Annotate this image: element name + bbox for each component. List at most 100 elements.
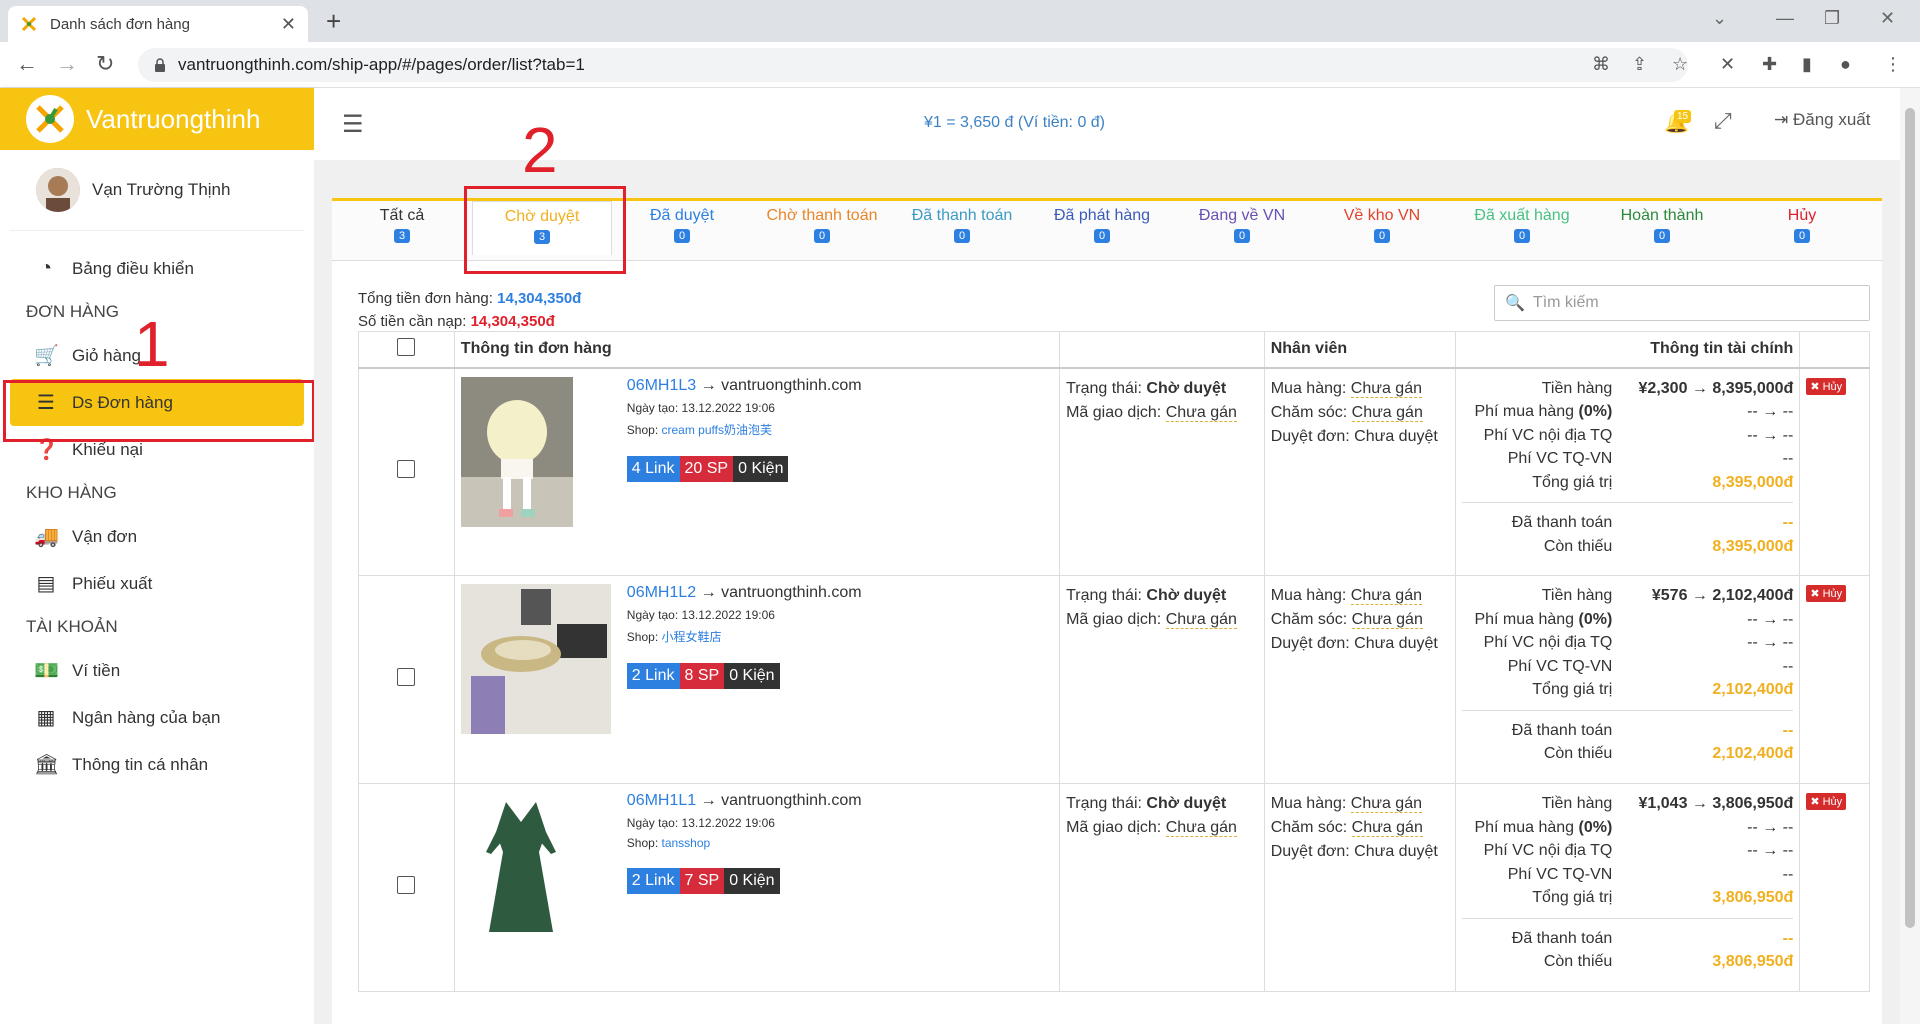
fee-value: -- → --: [1747, 610, 1794, 628]
row-checkbox[interactable]: [397, 876, 416, 894]
brand[interactable]: Vantruongthinh: [0, 88, 314, 150]
tab-cancelled[interactable]: Hủy 0: [1732, 207, 1872, 244]
close-tab-icon[interactable]: ✕: [281, 14, 296, 35]
tab-dispatched[interactable]: Đã xuất hàng 0: [1452, 207, 1592, 244]
approve-value: Chưa duyệt: [1354, 427, 1438, 445]
buyer-value[interactable]: Chưa gán: [1350, 795, 1422, 813]
browser-tab[interactable]: Danh sách đơn hàng ✕: [8, 6, 308, 42]
back-icon[interactable]: ←: [16, 52, 38, 76]
shop-link[interactable]: cream puffs奶油泡芙: [662, 423, 772, 437]
txn-value[interactable]: Chưa gán: [1165, 611, 1237, 629]
product-thumbnail[interactable]: [460, 376, 611, 527]
care-value[interactable]: Chưa gán: [1351, 819, 1423, 837]
row-checkbox[interactable]: [397, 460, 416, 479]
tab-all[interactable]: Tất cả 3: [332, 207, 472, 244]
step-number-2: 2: [522, 114, 558, 186]
restore-icon[interactable]: ❐: [1824, 8, 1840, 29]
tab-approved[interactable]: Đã duyệt 0: [612, 207, 752, 244]
nav-export-slip[interactable]: ▤ Phiếu xuất: [0, 560, 314, 607]
nav-label: Phiếu xuất: [72, 573, 153, 593]
buyer-value[interactable]: Chưa gán: [1350, 587, 1422, 605]
hamburger-icon[interactable]: ☰: [342, 110, 364, 139]
scrollbar-thumb[interactable]: [1905, 108, 1915, 928]
shop-link[interactable]: tansshop: [662, 836, 711, 850]
minimize-icon[interactable]: —: [1776, 8, 1794, 29]
tab-count: 0: [673, 229, 691, 243]
finance-info: Tiền hàng ¥1,043 → 3,806,950đ Phí mua hàn…: [1462, 792, 1794, 974]
nav-bank[interactable]: ▦ Ngân hàng của bạn: [0, 694, 314, 741]
shop-link[interactable]: 小程女鞋店: [662, 630, 722, 644]
txn-value[interactable]: Chưa gán: [1165, 819, 1237, 837]
cancel-order-button[interactable]: ✖ Hủy: [1806, 793, 1847, 810]
extension-logo-icon[interactable]: ✕: [1720, 54, 1735, 75]
reload-icon[interactable]: ↻: [96, 52, 114, 76]
page-scrollbar[interactable]: [1900, 88, 1920, 1024]
domestic-label: Phí VC nội địa TQ: [1483, 426, 1613, 444]
product-thumbnail[interactable]: [460, 584, 611, 734]
sp-count-badge: 7 SP: [679, 868, 725, 894]
share-icon[interactable]: ⇪: [1632, 54, 1647, 75]
tab-shipped[interactable]: Đã phát hàng 0: [1032, 207, 1172, 244]
goods-label: Tiền hàng: [1541, 587, 1613, 604]
cancel-order-button[interactable]: ✖ Hủy: [1806, 585, 1847, 602]
approve-value: Chưa duyệt: [1354, 843, 1438, 860]
close-box-icon: ✖: [1810, 380, 1823, 393]
search-icon: 🔍: [1505, 295, 1525, 312]
link-count-badge: 2 Link: [626, 868, 680, 894]
new-tab-icon[interactable]: +: [326, 6, 341, 36]
fullscreen-icon[interactable]: ⤢: [1714, 108, 1732, 134]
finance-info: Tiền hàng ¥2,300 → 8,395,000đ Phí mua hàn…: [1462, 377, 1794, 559]
order-code-link[interactable]: 06MH1L3: [627, 377, 696, 394]
txn-label: Mã giao dịch:: [1066, 611, 1162, 628]
nav-profile[interactable]: 🏛 Thông tin cá nhân: [0, 741, 314, 788]
row-checkbox[interactable]: [397, 668, 416, 686]
search-input[interactable]: 🔍 Tìm kiếm: [1494, 285, 1870, 321]
finance-info: Tiền hàng ¥576 → 2,102,400đ Phí mua hàng …: [1462, 584, 1794, 766]
order-code-link[interactable]: 06MH1L1: [627, 792, 696, 809]
status-label: Trạng thái:: [1066, 587, 1142, 604]
forward-icon[interactable]: →: [56, 52, 78, 76]
order-code-link[interactable]: 06MH1L2: [627, 584, 696, 601]
tab-count: 0: [1793, 229, 1811, 243]
nav-wallet[interactable]: 💵 Ví tiền: [0, 647, 314, 694]
tab-awaiting-payment[interactable]: Chờ thanh toán 0: [752, 207, 892, 244]
buyer-value[interactable]: Chưa gán: [1350, 379, 1422, 398]
menu-dots-icon[interactable]: ⋮: [1884, 54, 1902, 75]
select-all-checkbox[interactable]: [397, 337, 416, 356]
col-actions: [1799, 331, 1870, 369]
txn-value[interactable]: Chưa gán: [1165, 403, 1237, 422]
care-value[interactable]: Chưa gán: [1351, 611, 1423, 629]
section-warehouse: KHO HÀNG: [26, 483, 117, 502]
nav-waybill[interactable]: 🚚 Vận đơn: [0, 513, 314, 560]
star-icon[interactable]: ☆: [1672, 54, 1688, 75]
sp-count-badge: 8 SP: [679, 663, 725, 689]
paid-label: Đã thanh toán: [1511, 721, 1613, 739]
tab-vn-warehouse[interactable]: Về kho VN 0: [1312, 207, 1452, 244]
omnibox[interactable]: vantruongthinh.com/ship-app/#/pages/orde…: [138, 48, 1688, 82]
paid-value: --: [1782, 929, 1794, 947]
care-value[interactable]: Chưa gán: [1351, 403, 1423, 422]
user-profile[interactable]: Vạn Trường Thịnh: [10, 150, 304, 231]
approve-label: Duyệt đơn:: [1270, 427, 1350, 445]
package-count-badge: 0 Kiện: [724, 868, 780, 894]
tab-label: Tất cả: [379, 207, 425, 224]
goods-label: Tiền hàng: [1541, 795, 1613, 812]
window-close-icon[interactable]: ✕: [1880, 8, 1895, 29]
calendar-icon: ▦: [36, 707, 56, 729]
product-thumbnail[interactable]: [460, 792, 611, 942]
table-row: 06MH1L2 → vantruongthinh.com Ngày tạo: 1…: [358, 575, 1870, 784]
tab-completed[interactable]: Hoàn thành 0: [1592, 207, 1732, 244]
logout-button[interactable]: ⇥ Đăng xuất: [1774, 110, 1870, 130]
chevron-down-icon[interactable]: ⌄: [1712, 8, 1727, 29]
tab-paid[interactable]: Đã thanh toán 0: [892, 207, 1032, 244]
puzzle-icon[interactable]: ✚: [1762, 54, 1777, 75]
logout-icon: ⇥: [1774, 110, 1793, 129]
cancel-order-button[interactable]: ✖ Hủy: [1806, 377, 1847, 395]
nav-dashboard[interactable]: ◔ Bảng điều khiển: [0, 245, 314, 292]
section-account: TÀI KHOẢN: [26, 617, 118, 636]
tab-in-transit-vn[interactable]: Đang về VN 0: [1172, 207, 1312, 244]
link-count-badge: 2 Link: [626, 663, 680, 689]
sidepanel-icon[interactable]: ▮: [1802, 54, 1812, 75]
translate-icon[interactable]: ⌘: [1592, 54, 1610, 75]
profile-icon[interactable]: ●: [1840, 54, 1851, 75]
